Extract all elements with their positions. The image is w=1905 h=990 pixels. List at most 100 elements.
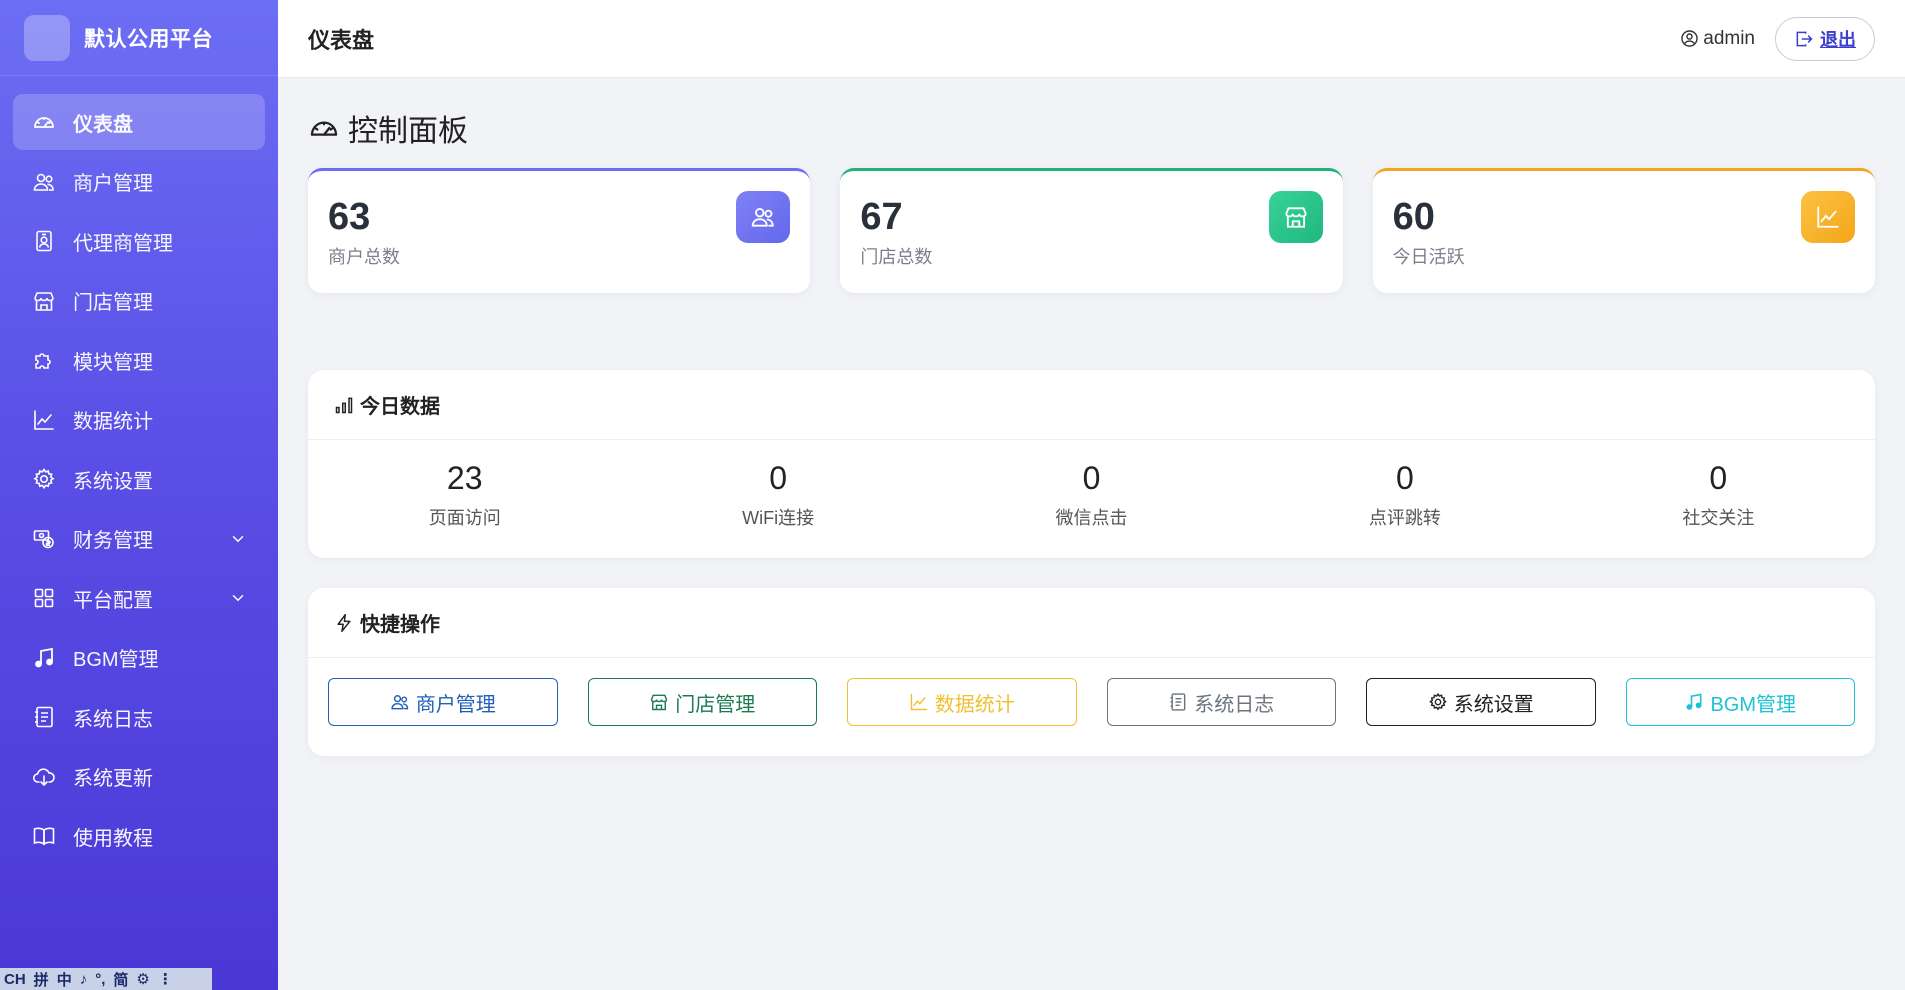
music-note-icon (1687, 693, 1702, 710)
person-circle-icon (1681, 30, 1698, 47)
ime-item[interactable]: 中 (57, 969, 72, 990)
sidebar-item-label: 财务管理 (73, 530, 153, 552)
sidebar-item-bgm[interactable]: BGM管理 (13, 630, 265, 686)
quick-actions-panel: 快捷操作 商户管理 门店管理 数据统计 系统日志 系统设置 BGM管理 (308, 588, 1875, 756)
sidebar-item-label: 门店管理 (73, 292, 153, 314)
ime-item[interactable]: CH (4, 971, 26, 988)
box-arrow-right-icon (1796, 31, 1813, 46)
content: 控制面板 63 商户总数 67 门店总数 60 今日活跃 今日数据 23 页面访… (278, 103, 1905, 756)
sidebar-item-modules[interactable]: 模块管理 (13, 332, 265, 388)
sidebar-item-finance[interactable]: 财务管理 (13, 511, 265, 567)
metric-review: 0 点评跳转 (1248, 458, 1561, 530)
stat-label: 门店总数 (860, 247, 933, 267)
stat-card-stores: 67 门店总数 (840, 168, 1343, 293)
ime-toolbar[interactable]: CH 拼 中 ♪ °, 简 ⚙ ⋮ (0, 968, 212, 990)
sidebar-item-label: 使用教程 (73, 827, 153, 850)
chevron-down-icon (232, 595, 244, 602)
gear-icon (31, 466, 57, 492)
stat-label: 今日活跃 (1392, 247, 1465, 267)
sidebar-item-label: 模块管理 (73, 351, 153, 374)
sidebar-item-statistics[interactable]: 数据统计 (13, 392, 265, 448)
quick-logs-button[interactable]: 系统日志 (1106, 678, 1336, 726)
metric-value: 0 (1082, 460, 1101, 496)
journal-text-icon (1170, 693, 1186, 711)
panel-header: 快捷操作 (308, 588, 1875, 658)
ime-item[interactable]: ⚙ (136, 970, 149, 988)
sidebar-item-label: 系统更新 (73, 768, 153, 790)
sidebar-item-label: 仪表盘 (73, 113, 133, 136)
brand[interactable]: 默认公用平台 (0, 0, 278, 76)
lightning-icon (337, 613, 351, 632)
sidebar: 默认公用平台 仪表盘 商户管理 代理商管理 门店管理 模块管理 数据统计 系统设… (0, 0, 278, 990)
quick-stores-button[interactable]: 门店管理 (587, 678, 817, 726)
quick-button-label: 系统日志 (1194, 693, 1275, 716)
panel-header: 今日数据 (308, 370, 1875, 440)
shop-icon (31, 288, 57, 314)
book-icon (31, 823, 57, 849)
metric-label: WiFi连接 (742, 508, 815, 528)
sidebar-item-platform-config[interactable]: 平台配置 (13, 570, 265, 626)
today-data-panel: 今日数据 23 页面访问 0 WiFi连接 0 微信点击 0 点评跳转 0 社交… (308, 370, 1875, 558)
stats-row: 63 商户总数 67 门店总数 60 今日活跃 (308, 168, 1875, 293)
quick-settings-button[interactable]: 系统设置 (1366, 678, 1596, 726)
sidebar-item-updates[interactable]: 系统更新 (13, 749, 265, 805)
ime-item[interactable]: °, (95, 971, 105, 988)
metric-value: 0 (1709, 460, 1728, 496)
sidebar-item-agents[interactable]: 代理商管理 (13, 213, 265, 269)
sidebar-item-merchants[interactable]: 商户管理 (13, 154, 265, 210)
ime-item[interactable]: ⋮ (158, 970, 173, 988)
ime-item[interactable]: 简 (113, 969, 128, 990)
shop-icon (651, 694, 668, 711)
sidebar-nav: 仪表盘 商户管理 代理商管理 门店管理 模块管理 数据统计 系统设置 财务管理 … (0, 76, 278, 864)
sidebar-item-tutorial[interactable]: 使用教程 (13, 808, 265, 864)
sidebar-item-label: 系统日志 (73, 708, 153, 731)
ime-item[interactable]: ♪ (80, 971, 88, 988)
metric-page-visits: 23 页面访问 (308, 458, 621, 530)
puzzle-icon (31, 347, 57, 373)
stat-label: 商户总数 (328, 247, 400, 267)
sidebar-item-settings[interactable]: 系统设置 (13, 451, 265, 507)
person-badge-icon (31, 228, 57, 254)
metric-label: 社交关注 (1682, 508, 1755, 528)
grid-icon (31, 585, 57, 611)
header-title: 仪表盘 (308, 27, 375, 53)
quick-statistics-button[interactable]: 数据统计 (847, 678, 1077, 726)
sidebar-item-label: 系统设置 (73, 470, 153, 493)
ime-item[interactable]: 拼 (34, 969, 49, 990)
quick-bgm-button[interactable]: BGM管理 (1625, 678, 1855, 726)
main-area: 仪表盘 admin 退出 控制面板 63 商户总数 67 门店总数 60 今日活… (278, 0, 1905, 990)
metric-value: 0 (1396, 460, 1414, 496)
metric-wechat: 0 微信点击 (935, 458, 1248, 530)
quick-buttons-row: 商户管理 门店管理 数据统计 系统日志 系统设置 BGM管理 (308, 658, 1875, 726)
quick-button-label: 数据统计 (934, 693, 1015, 716)
music-note-icon (31, 645, 57, 671)
page-title-text: 控制面板 (348, 115, 468, 148)
metric-wifi: 0 WiFi连接 (621, 458, 934, 530)
people-icon (736, 191, 791, 243)
sidebar-item-label: 代理商管理 (73, 232, 173, 255)
topbar-right: admin 退出 (1680, 16, 1875, 61)
sidebar-item-logs[interactable]: 系统日志 (13, 689, 265, 745)
sidebar-item-label: 数据统计 (73, 411, 153, 433)
bar-chart-icon (335, 397, 353, 413)
brand-name: 默认公用平台 (84, 27, 213, 51)
topbar: 仪表盘 admin 退出 (278, 0, 1905, 78)
sidebar-item-stores[interactable]: 门店管理 (13, 273, 265, 329)
metrics-row: 23 页面访问 0 WiFi连接 0 微信点击 0 点评跳转 0 社交关注 (308, 440, 1875, 530)
quick-button-label: 商户管理 (415, 693, 496, 716)
quick-button-label: 系统设置 (1453, 693, 1534, 716)
speedometer-icon (310, 121, 338, 136)
user-info[interactable]: admin (1680, 28, 1755, 50)
logout-button[interactable]: 退出 (1775, 16, 1875, 61)
quick-merchants-button[interactable]: 商户管理 (328, 678, 558, 726)
brand-logo (24, 14, 70, 61)
sidebar-item-label: 平台配置 (73, 589, 153, 612)
metric-label: 微信点击 (1055, 508, 1128, 528)
user-name: admin (1703, 27, 1755, 49)
graph-up-icon (1800, 191, 1855, 243)
graph-up-icon (910, 693, 927, 711)
graph-up-icon (31, 407, 57, 433)
metric-value: 23 (446, 460, 483, 496)
panel-title: 快捷操作 (360, 614, 440, 636)
sidebar-item-dashboard[interactable]: 仪表盘 (13, 94, 265, 150)
